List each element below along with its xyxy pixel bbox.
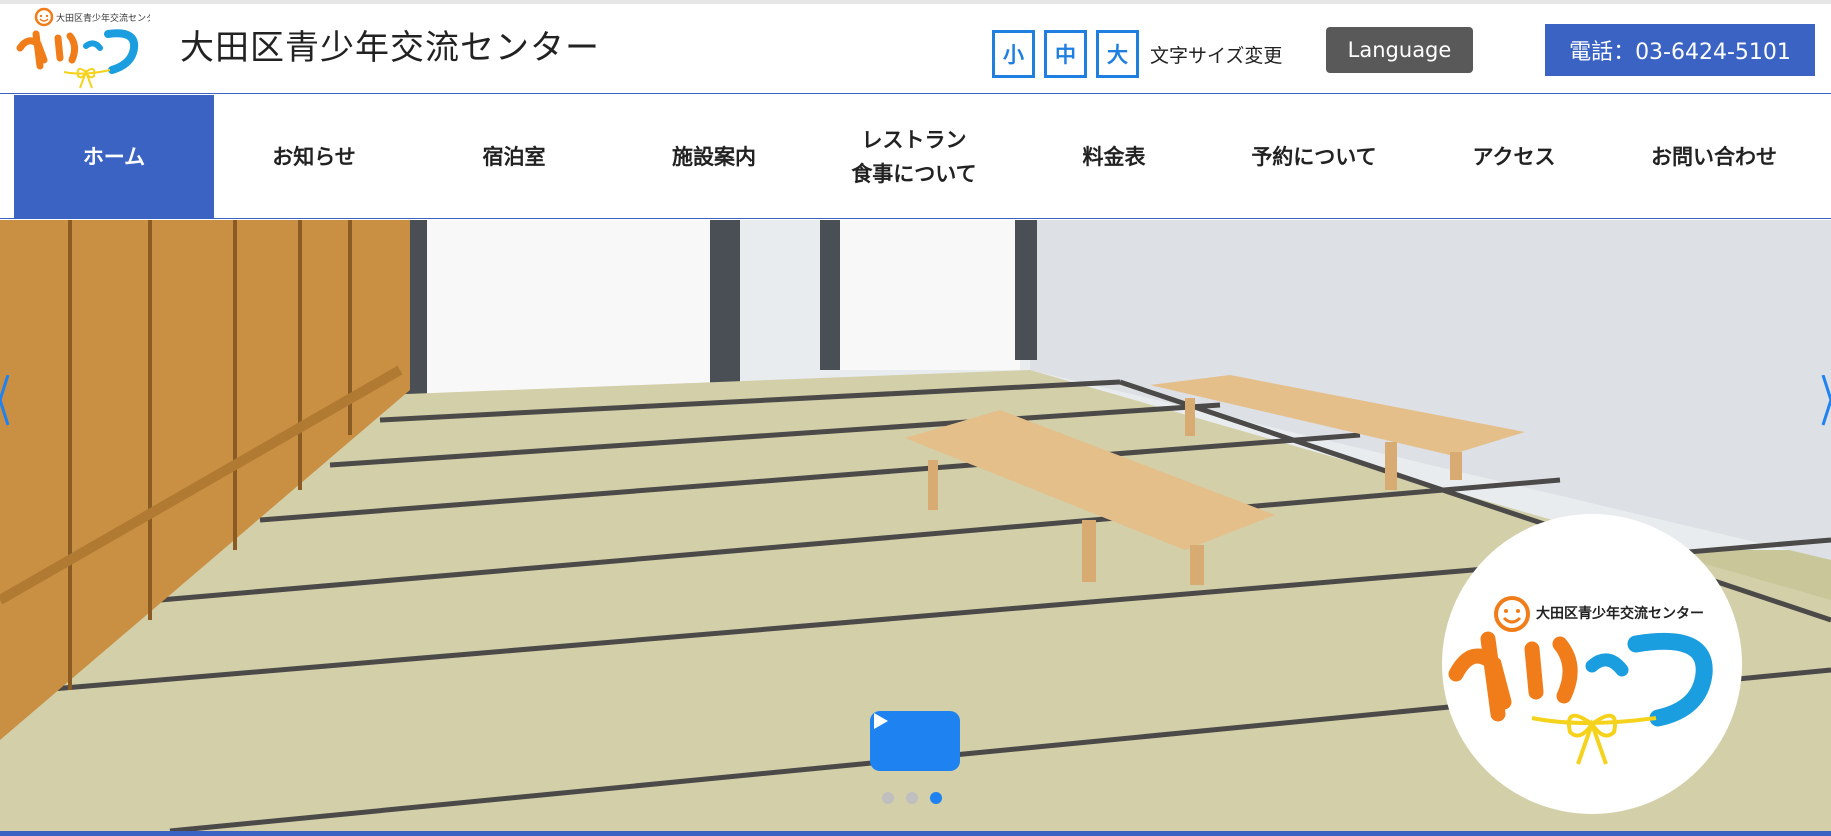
site-header: 大田区青少年交流センター 大田区青少年交流センター 小 中 大 文字サイズ変更 … bbox=[0, 4, 1831, 94]
font-size-label: 文字サイズ変更 bbox=[1150, 44, 1283, 67]
chevron-left-icon[interactable] bbox=[0, 375, 20, 455]
nav-item-label-line1: レストラン bbox=[861, 128, 967, 152]
slider-dot-3[interactable] bbox=[930, 792, 942, 804]
nav-item-label: お問い合わせ bbox=[1651, 145, 1777, 169]
bottom-bar bbox=[0, 831, 1831, 836]
hero-logo-badge: 大田区青少年交流センター bbox=[1442, 514, 1742, 814]
logo-small-text: 大田区青少年交流センター bbox=[56, 12, 150, 24]
nav-item-label-line2: 食事について bbox=[851, 162, 977, 186]
slider-dots bbox=[882, 792, 954, 804]
nav-item-news[interactable]: お知らせ bbox=[214, 95, 414, 219]
font-size-small-button[interactable]: 小 bbox=[992, 30, 1035, 78]
nav-item-label: お知らせ bbox=[272, 145, 356, 169]
nav-item-access[interactable]: アクセス bbox=[1414, 95, 1614, 219]
badge-logo-graphic: 大田区青少年交流センター bbox=[1448, 596, 1713, 765]
language-button[interactable]: Language bbox=[1326, 27, 1473, 73]
font-size-medium-button[interactable]: 中 bbox=[1044, 30, 1087, 78]
logo-graphic: 大田区青少年交流センター bbox=[16, 7, 164, 89]
nav-item-restaurant[interactable]: レストラン 食事について bbox=[814, 95, 1014, 219]
nav-item-label: 宿泊室 bbox=[482, 145, 546, 169]
nav-item-label: 料金表 bbox=[1082, 145, 1146, 169]
nav-item-reservation[interactable]: 予約について bbox=[1214, 95, 1414, 219]
slider-dot-2[interactable] bbox=[906, 792, 918, 804]
nav-item-label: アクセス bbox=[1472, 145, 1556, 169]
site-logo[interactable]: 大田区青少年交流センター bbox=[14, 6, 164, 92]
font-size-large-button[interactable]: 大 bbox=[1096, 30, 1139, 78]
slider-dot-1[interactable] bbox=[882, 792, 894, 804]
phone-button[interactable]: 電話：03-6424-5101 bbox=[1545, 24, 1815, 76]
font-size-controls: 小 中 大 文字サイズ変更 bbox=[992, 28, 1282, 80]
nav-item-label: 施設案内 bbox=[672, 145, 756, 169]
hero-slider[interactable]: 大田区青少年交流センター bbox=[0, 220, 1831, 831]
nav-item-home[interactable]: ホーム bbox=[14, 95, 214, 219]
nav-item-rooms[interactable]: 宿泊室 bbox=[414, 95, 614, 219]
chevron-right-icon[interactable] bbox=[1811, 375, 1831, 455]
nav-item-contact[interactable]: お問い合わせ bbox=[1614, 95, 1814, 219]
play-button[interactable] bbox=[870, 711, 960, 771]
site-title: 大田区青少年交流センター bbox=[180, 28, 600, 68]
nav-item-label: 予約について bbox=[1251, 145, 1377, 169]
nav-item-prices[interactable]: 料金表 bbox=[1014, 95, 1214, 219]
nav-item-label: ホーム bbox=[82, 145, 146, 169]
play-icon bbox=[874, 713, 888, 729]
main-nav: ホーム お知らせ 宿泊室 施設案内 レストラン 食事について 料金表 予約につい… bbox=[0, 95, 1831, 219]
nav-item-facilities[interactable]: 施設案内 bbox=[614, 95, 814, 219]
badge-small-text: 大田区青少年交流センター bbox=[1536, 605, 1704, 622]
